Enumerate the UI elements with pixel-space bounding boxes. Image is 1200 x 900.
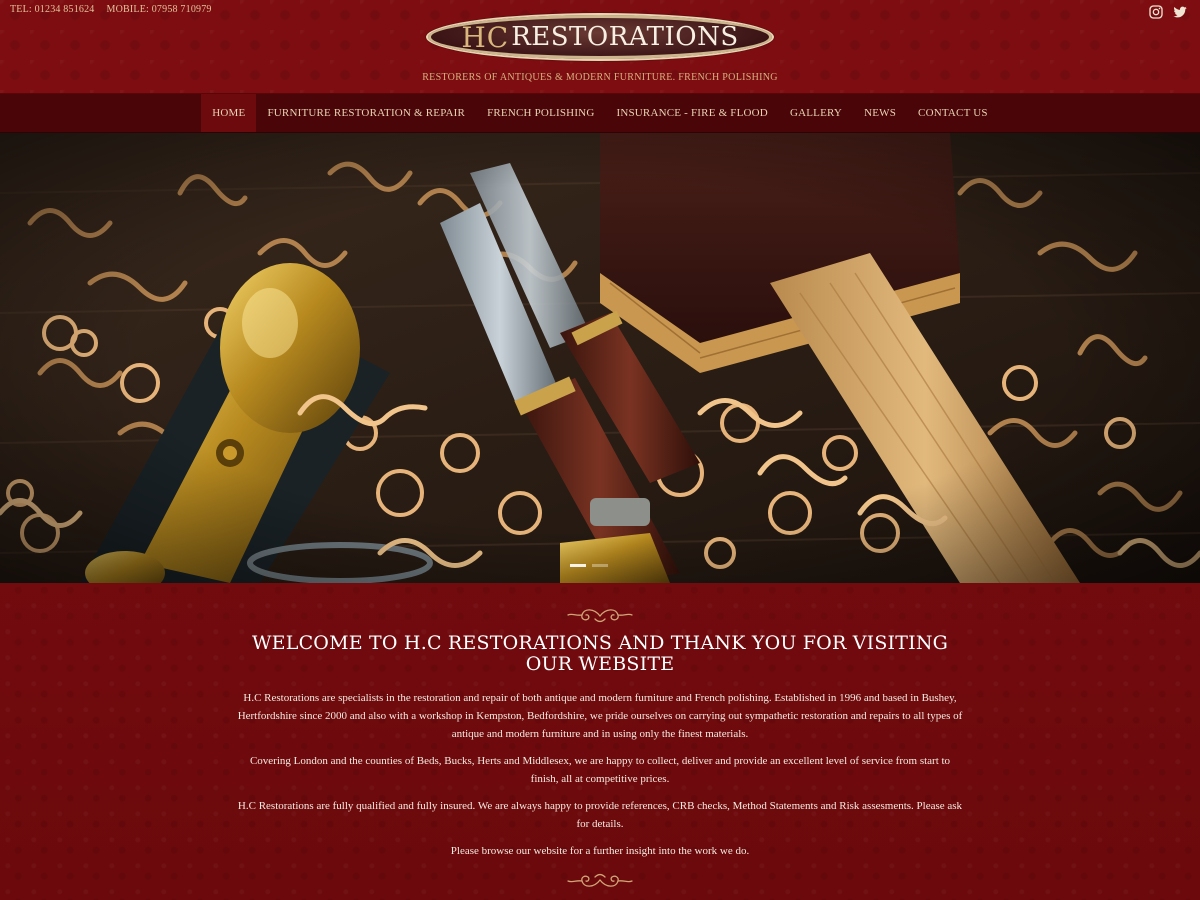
logo-initials: HC xyxy=(461,20,510,54)
nav-home[interactable]: HOME xyxy=(201,94,257,132)
nav-contact-us[interactable]: CONTACT US xyxy=(907,94,999,132)
slider-dot[interactable] xyxy=(592,564,608,567)
paragraph: Covering London and the counties of Beds… xyxy=(249,755,951,785)
paragraph: H.C Restorations are fully qualified and… xyxy=(237,800,963,830)
intro-text: H.C Restorations are specialists in the … xyxy=(235,689,965,860)
instagram-icon[interactable] xyxy=(1148,4,1164,20)
telephone-number[interactable]: TEL: 01234 851624 xyxy=(10,4,95,15)
nav-furniture-restoration[interactable]: FURNITURE RESTORATION & REPAIR xyxy=(256,94,476,132)
main-navigation: HOME FURNITURE RESTORATION & REPAIR FREN… xyxy=(0,93,1200,133)
logo-wordmark: RESTORATIONS xyxy=(511,22,739,52)
welcome-section: WELCOME TO H.C RESTORATIONS AND THANK YO… xyxy=(0,605,1200,891)
hero-slider[interactable] xyxy=(0,133,1200,583)
flourish-ornament-icon xyxy=(567,873,633,887)
nav-insurance[interactable]: INSURANCE - FIRE & FLOOD xyxy=(605,94,778,132)
contact-info: TEL: 01234 851624 MOBILE: 07958 710979 xyxy=(10,4,212,15)
site-logo[interactable]: HC RESTORATIONS xyxy=(426,13,774,61)
twitter-icon[interactable] xyxy=(1172,4,1188,20)
page-title: WELCOME TO H.C RESTORATIONS AND THANK YO… xyxy=(251,632,949,675)
hero-image xyxy=(0,133,1200,583)
mobile-number[interactable]: MOBILE: 07958 710979 xyxy=(107,4,212,15)
slider-dots xyxy=(570,564,608,567)
site-tagline: RESTORERS OF ANTIQUES & MODERN FURNITURE… xyxy=(422,72,778,83)
paragraph: H.C Restorations are specialists in the … xyxy=(237,692,963,740)
nav-french-polishing[interactable]: FRENCH POLISHING xyxy=(476,94,605,132)
nav-gallery[interactable]: GALLERY xyxy=(779,94,853,132)
slider-dot[interactable] xyxy=(570,564,586,567)
paragraph: Please browse our website for a further … xyxy=(450,845,750,857)
nav-news[interactable]: NEWS xyxy=(853,94,907,132)
flourish-ornament-icon xyxy=(567,609,633,623)
site-header: TEL: 01234 851624 MOBILE: 07958 710979 H… xyxy=(0,0,1200,93)
social-links xyxy=(1148,4,1188,20)
